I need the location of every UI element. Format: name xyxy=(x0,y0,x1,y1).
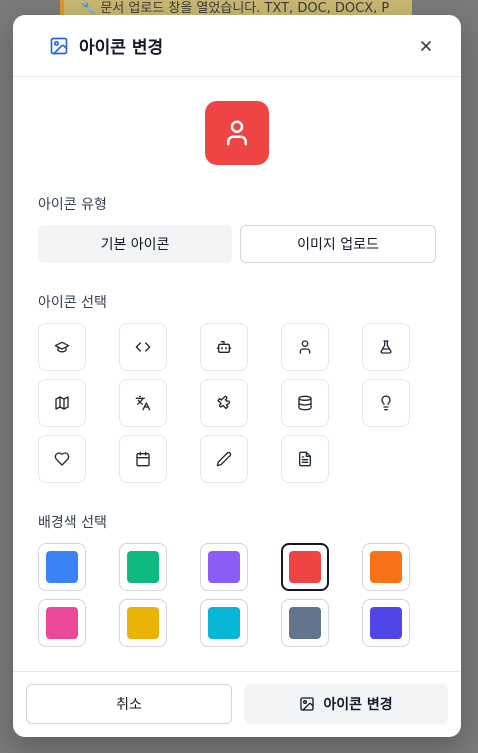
color-option[interactable] xyxy=(362,543,410,591)
flask-icon xyxy=(380,340,392,354)
color-option[interactable] xyxy=(200,543,248,591)
icon-option-heart[interactable] xyxy=(38,435,86,483)
color-option[interactable] xyxy=(119,543,167,591)
color-grid xyxy=(38,543,410,647)
icon-type-toggle: 기본 아이콘 이미지 업로드 xyxy=(38,225,436,263)
graduation-cap-icon xyxy=(54,341,70,353)
icon-option-puzzle[interactable] xyxy=(200,379,248,427)
icon-option-flask[interactable] xyxy=(362,323,410,371)
color-swatch xyxy=(370,551,402,583)
color-swatch xyxy=(208,551,240,583)
bot-icon xyxy=(216,341,232,353)
icon-option-code[interactable] xyxy=(119,323,167,371)
icon-option-bot[interactable] xyxy=(200,323,248,371)
color-option[interactable] xyxy=(119,599,167,647)
color-swatch xyxy=(289,551,321,583)
icon-option-user[interactable] xyxy=(281,323,329,371)
icon-grid xyxy=(38,323,410,483)
calendar-icon xyxy=(136,451,150,467)
file-text-icon xyxy=(299,451,311,467)
modal-title: 아이콘 변경 xyxy=(79,38,164,58)
user-icon xyxy=(227,120,247,146)
icon-option-file-text[interactable] xyxy=(281,435,329,483)
icon-option-languages[interactable] xyxy=(119,379,167,427)
icon-select-label: 아이콘 선택 xyxy=(38,295,107,311)
close-icon xyxy=(421,40,431,51)
user-icon xyxy=(299,340,311,354)
color-option[interactable] xyxy=(281,543,329,591)
lightbulb-icon xyxy=(381,395,391,411)
map-icon xyxy=(55,396,69,410)
icon-option-pencil[interactable] xyxy=(200,435,248,483)
pencil-icon xyxy=(216,451,232,467)
icon-option-calendar[interactable] xyxy=(119,435,167,483)
color-swatch xyxy=(46,607,78,639)
modal-body: 아이콘 유형 기본 아이콘 이미지 업로드 아이콘 선택 배경색 선택 xyxy=(13,77,461,671)
image-upload-option[interactable]: 이미지 업로드 xyxy=(240,225,436,263)
icon-option-lightbulb[interactable] xyxy=(362,379,410,427)
icon-option-graduation-cap[interactable] xyxy=(38,323,86,371)
color-swatch xyxy=(127,551,159,583)
color-swatch xyxy=(289,607,321,639)
color-swatch xyxy=(208,607,240,639)
image-icon xyxy=(300,697,315,711)
image-icon xyxy=(49,36,69,56)
color-select-label: 배경색 선택 xyxy=(38,515,107,531)
code-icon xyxy=(135,342,151,352)
modal-footer: 취소 아이콘 변경 xyxy=(13,671,461,737)
basic-icon-option[interactable]: 기본 아이콘 xyxy=(38,225,232,263)
banner-text: 🔧 문서 업로드 창을 열었습니다. TXT, DOC, DOCX, P xyxy=(80,1,390,16)
icon-preview xyxy=(205,101,269,165)
color-option[interactable] xyxy=(38,543,86,591)
color-option[interactable] xyxy=(281,599,329,647)
color-option[interactable] xyxy=(362,599,410,647)
change-icon-button[interactable]: 아이콘 변경 xyxy=(244,684,448,724)
heart-icon xyxy=(54,452,70,466)
color-swatch xyxy=(46,551,78,583)
color-swatch xyxy=(127,607,159,639)
puzzle-icon xyxy=(217,395,231,410)
color-option[interactable] xyxy=(38,599,86,647)
change-icon-button-label: 아이콘 변경 xyxy=(323,697,393,713)
icon-option-database[interactable] xyxy=(281,379,329,427)
database-icon xyxy=(298,395,312,411)
cancel-button[interactable]: 취소 xyxy=(26,684,232,724)
icon-type-label: 아이콘 유형 xyxy=(38,197,107,213)
icon-option-map[interactable] xyxy=(38,379,86,427)
modal-header: 아이콘 변경 xyxy=(13,15,461,77)
icon-change-modal: 아이콘 변경 아이콘 유형 기본 아이콘 이미지 업로드 아이콘 선택 배경색 … xyxy=(13,15,461,737)
color-option[interactable] xyxy=(200,599,248,647)
close-button[interactable] xyxy=(415,35,437,57)
languages-icon xyxy=(135,395,151,411)
color-swatch xyxy=(370,607,402,639)
